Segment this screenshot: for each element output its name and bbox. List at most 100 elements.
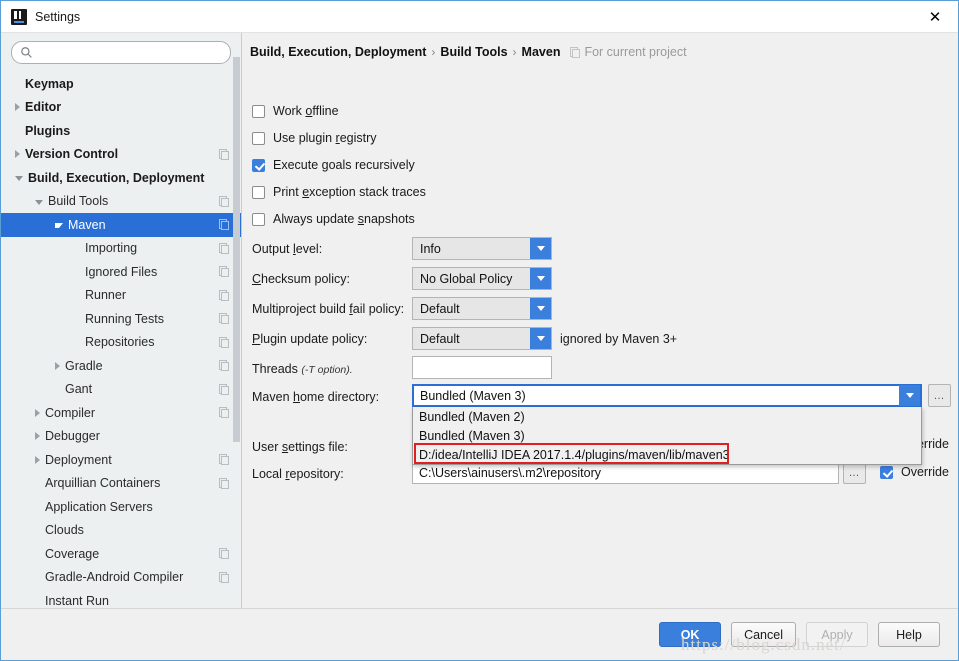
title-bar: Settings ✕ [1, 1, 958, 33]
checkbox-box[interactable] [880, 466, 893, 479]
sidebar-item-label: Compiler [45, 406, 95, 420]
chevron-down-icon[interactable] [530, 238, 551, 259]
checkbox-use-plugin-registry[interactable]: Use plugin registry [252, 131, 377, 145]
output-level-combo[interactable]: Info [412, 237, 552, 260]
chevron-down-icon[interactable] [530, 268, 551, 289]
dropdown-option-1[interactable]: Bundled (Maven 3) [413, 426, 921, 445]
breadcrumb-segment-1[interactable]: Build Tools [440, 45, 507, 59]
sidebar-item-deployment[interactable]: Deployment [1, 448, 241, 472]
chevron-right-icon[interactable] [15, 103, 20, 111]
sidebar-item-instant-run[interactable]: Instant Run [1, 589, 241, 608]
project-scope-note: For current project [570, 45, 686, 59]
project-scope-icon [219, 478, 229, 489]
intellij-idea-icon [11, 9, 27, 25]
chevron-right-icon[interactable] [35, 432, 40, 440]
sidebar-item-running-tests[interactable]: Running Tests [1, 307, 241, 331]
multiproject-fail-policy-value: Default [413, 302, 530, 316]
sidebar-item-gradle[interactable]: Gradle [1, 354, 241, 378]
help-button[interactable]: Help [878, 622, 940, 647]
sidebar-item-arquillian-containers[interactable]: Arquillian Containers [1, 472, 241, 496]
chevron-down-icon[interactable] [35, 200, 43, 205]
sidebar-item-label: Keymap [25, 77, 74, 91]
sidebar-item-repositories[interactable]: Repositories [1, 331, 241, 355]
sidebar-item-label: Gant [65, 382, 92, 396]
sidebar-item-label: Arquillian Containers [45, 476, 160, 490]
chevron-right-icon[interactable] [15, 150, 20, 158]
sidebar-item-editor[interactable]: Editor [1, 96, 241, 120]
plugin-update-policy-hint: ignored by Maven 3+ [560, 332, 677, 346]
search-box[interactable] [11, 41, 231, 64]
sidebar-item-keymap[interactable]: Keymap [1, 72, 241, 96]
chevron-down-icon[interactable] [15, 176, 23, 181]
local-repository-override-label: Override [901, 465, 949, 479]
dropdown-option-0[interactable]: Bundled (Maven 2) [413, 407, 921, 426]
local-repository-override-checkbox[interactable]: Override [880, 465, 949, 479]
sidebar-item-label: Gradle [65, 359, 103, 373]
project-scope-icon [219, 196, 229, 207]
sidebar-item-build-tools[interactable]: Build Tools [1, 190, 241, 214]
chevron-right-icon[interactable] [35, 409, 40, 417]
chevron-right-icon[interactable] [55, 362, 60, 370]
threads-input[interactable] [412, 356, 552, 379]
cancel-button[interactable]: Cancel [731, 622, 796, 647]
plugin-update-policy-combo[interactable]: Default [412, 327, 552, 350]
checkbox-execute-goals-recursively[interactable]: Execute goals recursively [252, 158, 415, 172]
multiproject-fail-policy-combo[interactable]: Default [412, 297, 552, 320]
sidebar-item-importing[interactable]: Importing [1, 237, 241, 261]
chevron-right-icon[interactable] [35, 456, 40, 464]
dialog-body: Keymap Editor Plugins Version Control Build,… [1, 33, 958, 608]
apply-button: Apply [806, 622, 868, 647]
search-input[interactable] [37, 43, 222, 62]
sidebar-item-ignored-files[interactable]: Ignored Files [1, 260, 241, 284]
scrollbar-thumb[interactable] [233, 57, 240, 442]
breadcrumb-separator: › [513, 45, 517, 59]
sidebar-item-coverage[interactable]: Coverage [1, 542, 241, 566]
sidebar-item-label: Deployment [45, 453, 112, 467]
sidebar-item-label: Clouds [45, 523, 84, 537]
project-scope-label: For current project [584, 45, 686, 59]
sidebar-item-compiler[interactable]: Compiler [1, 401, 241, 425]
sidebar-item-build-execution-deployment[interactable]: Build, Execution, Deployment [1, 166, 241, 190]
settings-tree[interactable]: Keymap Editor Plugins Version Control Build,… [1, 70, 241, 608]
maven-home-directory-combo[interactable]: Bundled (Maven 3) [412, 384, 922, 407]
sidebar-item-plugins[interactable]: Plugins [1, 119, 241, 143]
local-repository-label: Local repository: [252, 467, 344, 481]
sidebar-item-version-control[interactable]: Version Control [1, 143, 241, 167]
sidebar-item-application-servers[interactable]: Application Servers [1, 495, 241, 519]
checkbox-box[interactable] [252, 132, 265, 145]
maven-home-dropdown-list[interactable]: Bundled (Maven 2)Bundled (Maven 3)D:/ide… [412, 407, 922, 465]
checkbox-print-exception-stack-traces[interactable]: Print exception stack traces [252, 185, 426, 199]
sidebar-item-gant[interactable]: Gant [1, 378, 241, 402]
chevron-down-icon[interactable] [899, 385, 920, 406]
project-scope-icon [219, 548, 229, 559]
breadcrumb-segment-0[interactable]: Build, Execution, Deployment [250, 45, 426, 59]
project-scope-icon [219, 290, 229, 301]
checksum-policy-combo[interactable]: No Global Policy [412, 267, 552, 290]
checkbox-box[interactable] [252, 186, 265, 199]
sidebar-item-label: Editor [25, 100, 61, 114]
dropdown-option-2[interactable]: D:/idea/IntelliJ IDEA 2017.1.4/plugins/m… [413, 445, 921, 464]
close-icon[interactable]: ✕ [912, 1, 958, 32]
threads-label: Threads (-T option). [252, 362, 353, 376]
maven-home-browse-button[interactable]: … [928, 384, 951, 407]
checkbox-box[interactable] [252, 213, 265, 226]
chevron-down-icon[interactable] [55, 223, 63, 228]
plugin-update-policy-value: Default [413, 332, 530, 346]
sidebar-item-debugger[interactable]: Debugger [1, 425, 241, 449]
sidebar-scrollbar[interactable] [232, 57, 241, 547]
settings-sidebar: Keymap Editor Plugins Version Control Build,… [1, 33, 242, 608]
sidebar-item-maven[interactable]: Maven [1, 213, 241, 237]
chevron-down-icon[interactable] [530, 328, 551, 349]
chevron-down-icon[interactable] [530, 298, 551, 319]
checkbox-always-update-snapshots[interactable]: Always update snapshots [252, 212, 415, 226]
checkbox-box[interactable] [252, 159, 265, 172]
sidebar-item-runner[interactable]: Runner [1, 284, 241, 308]
breadcrumb-segment-2[interactable]: Maven [522, 45, 561, 59]
sidebar-item-label: Repositories [85, 335, 154, 349]
sidebar-item-gradle-android-compiler[interactable]: Gradle-Android Compiler [1, 566, 241, 590]
sidebar-item-label: Version Control [25, 147, 118, 161]
checkbox-box[interactable] [252, 105, 265, 118]
sidebar-item-clouds[interactable]: Clouds [1, 519, 241, 543]
ok-button[interactable]: OK [659, 622, 721, 647]
checkbox-work-offline[interactable]: Work offline [252, 104, 339, 118]
